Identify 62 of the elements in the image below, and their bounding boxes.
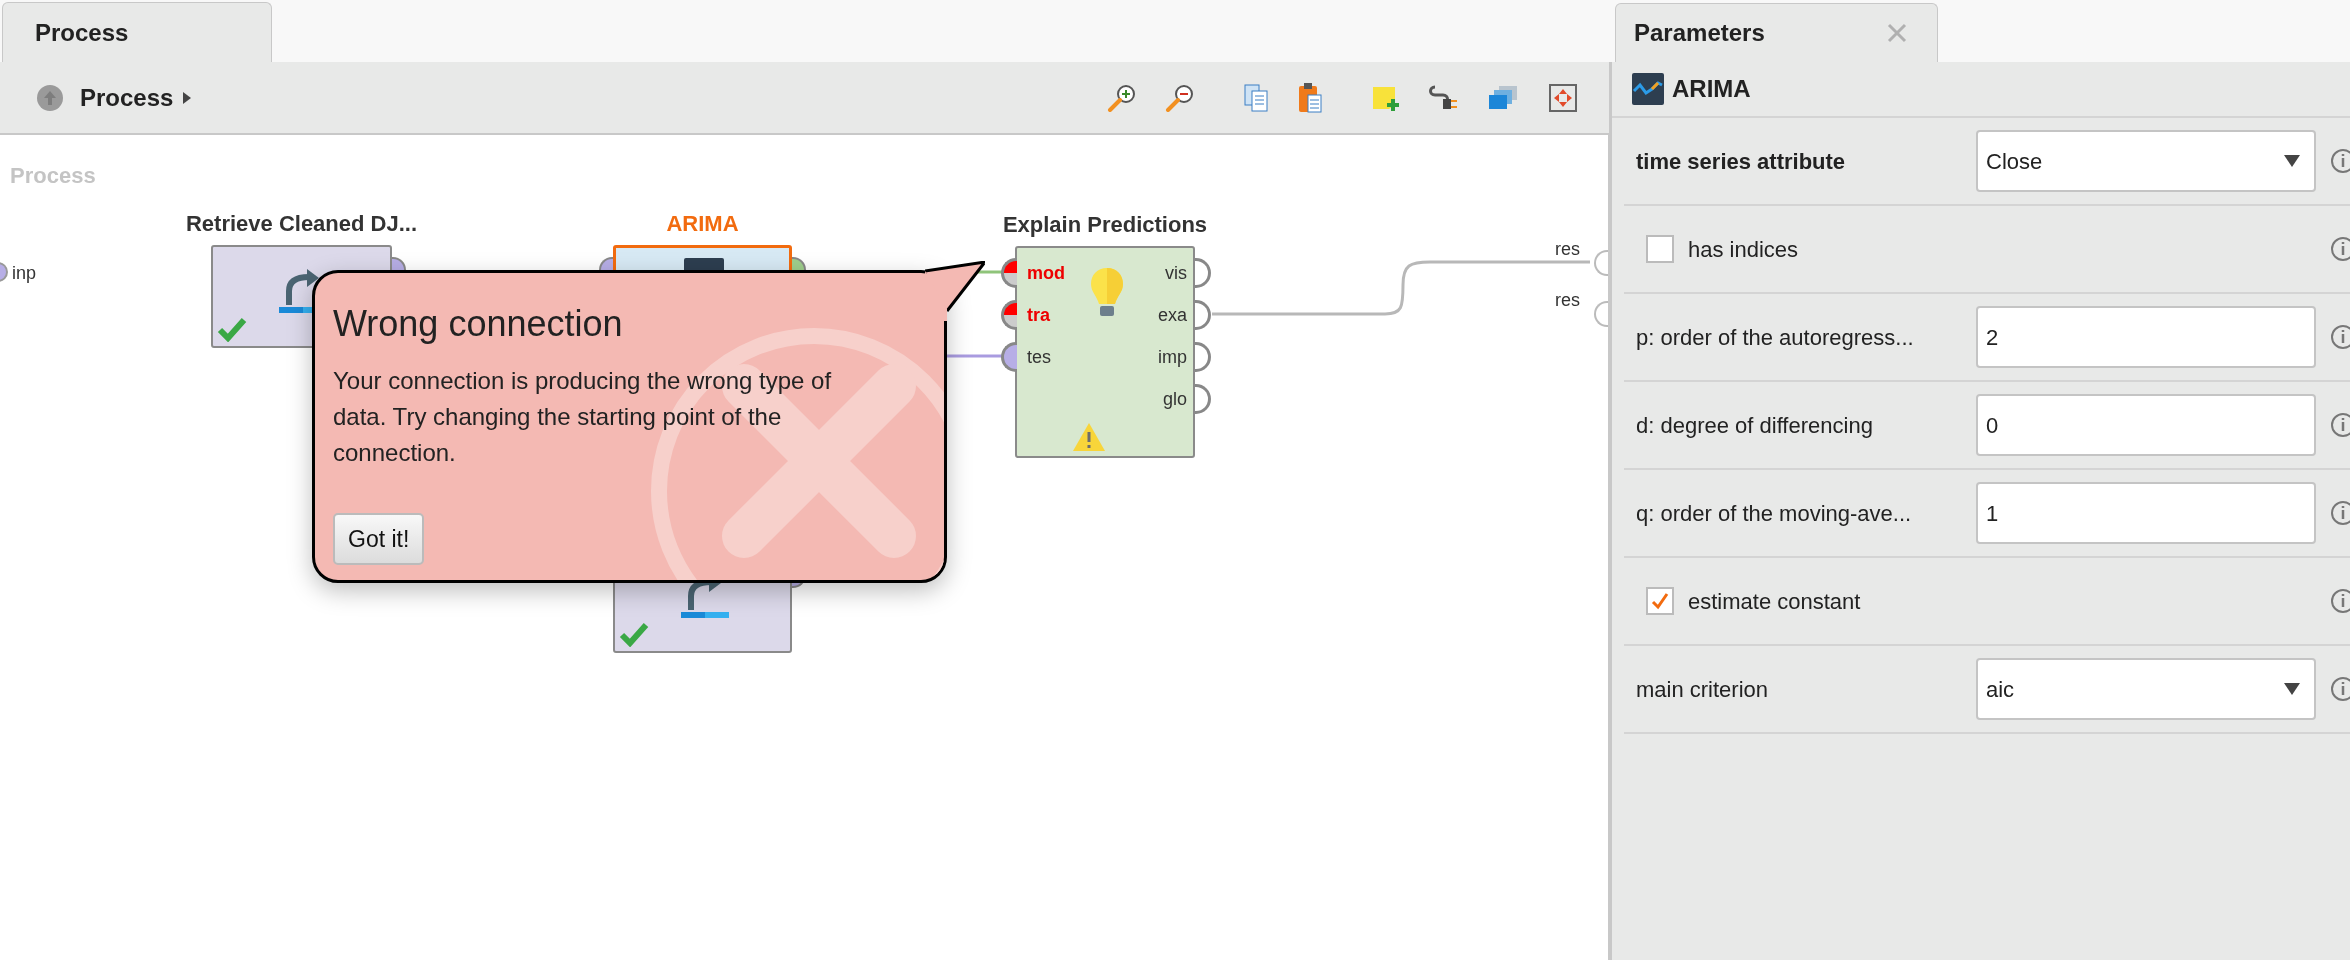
port[interactable] (1594, 301, 1608, 327)
operator-title: Explain Predictions (1001, 211, 1209, 239)
popup-title: Wrong connection (333, 302, 623, 346)
port[interactable] (1195, 384, 1211, 414)
input-field[interactable]: 1 (1976, 482, 2316, 544)
info-icon[interactable] (2330, 412, 2350, 438)
port-label: mod (1027, 262, 1065, 285)
breadcrumb-link[interactable]: Process (80, 79, 174, 116)
port-label: inp (12, 262, 37, 285)
operator-title: ARIMA (665, 210, 740, 238)
clipboard-icon[interactable] (1297, 81, 1323, 114)
parameter-label: has indices (1688, 235, 1800, 264)
input-field[interactable]: 0 (1976, 394, 2316, 456)
port-label: glo (1161, 388, 1187, 411)
parameter-label: p: order of the autoregress... (1636, 323, 1915, 352)
zoom-in-icon[interactable] (1107, 83, 1137, 112)
zoom-out-icon[interactable] (1165, 83, 1195, 112)
info-icon[interactable] (2330, 236, 2350, 262)
info-icon[interactable] (2330, 324, 2350, 350)
info-icon[interactable] (2330, 148, 2350, 174)
operator-name: ARIMA (1672, 74, 1751, 104)
process-tab[interactable]: Process (2, 2, 272, 62)
port[interactable] (1001, 300, 1017, 330)
checkmark-icon (1650, 591, 1670, 611)
parameters-tab[interactable]: Parameters (1615, 3, 1938, 62)
got-it-button[interactable]: Got it! (333, 513, 425, 565)
port-label: res (1555, 238, 1580, 261)
info-icon[interactable] (2330, 500, 2350, 526)
copy-icon[interactable] (1243, 82, 1269, 113)
layers-icon[interactable] (1487, 83, 1519, 112)
port[interactable] (1001, 258, 1017, 288)
port-label: imp (1157, 346, 1187, 369)
port-label: tra (1027, 304, 1050, 327)
port-label: vis (1164, 262, 1187, 285)
port[interactable] (1195, 258, 1211, 288)
input-field[interactable]: 2 (1976, 306, 2316, 368)
operator-node[interactable] (1015, 246, 1195, 458)
info-icon[interactable] (2330, 588, 2350, 614)
parameter-label: q: order of the moving-ave... (1636, 499, 1913, 528)
dropdown[interactable]: aic (1976, 658, 2316, 720)
port[interactable] (1001, 342, 1017, 372)
checkbox[interactable] (1646, 587, 1674, 615)
parameter-label: time series attribute (1636, 147, 1847, 176)
caret-icon (2284, 683, 2300, 695)
port[interactable] (1594, 250, 1608, 276)
port-label: exa (1156, 304, 1187, 327)
dropdown[interactable]: Close (1976, 130, 2316, 192)
checkbox[interactable] (1646, 235, 1674, 263)
parameter-label: main criterion (1636, 675, 1770, 704)
port-label: tes (1027, 346, 1051, 369)
operator-title: Retrieve Cleaned DJ... (184, 210, 419, 238)
parameter-label: d: degree of differencing (1636, 411, 1874, 440)
caret-icon (2284, 155, 2300, 167)
fit-to-view-icon[interactable] (1547, 81, 1579, 114)
port[interactable] (1195, 342, 1211, 372)
popup-message: Your connection is producing the wrong type of data. Try changing the starting point of the connection. (333, 366, 833, 468)
port-label: res (1555, 289, 1580, 312)
canvas-title: Process (10, 162, 96, 190)
parameter-label: estimate constant (1688, 587, 1862, 616)
port[interactable] (1195, 300, 1211, 330)
info-icon[interactable] (2330, 676, 2350, 702)
caret-icon[interactable] (183, 91, 192, 104)
